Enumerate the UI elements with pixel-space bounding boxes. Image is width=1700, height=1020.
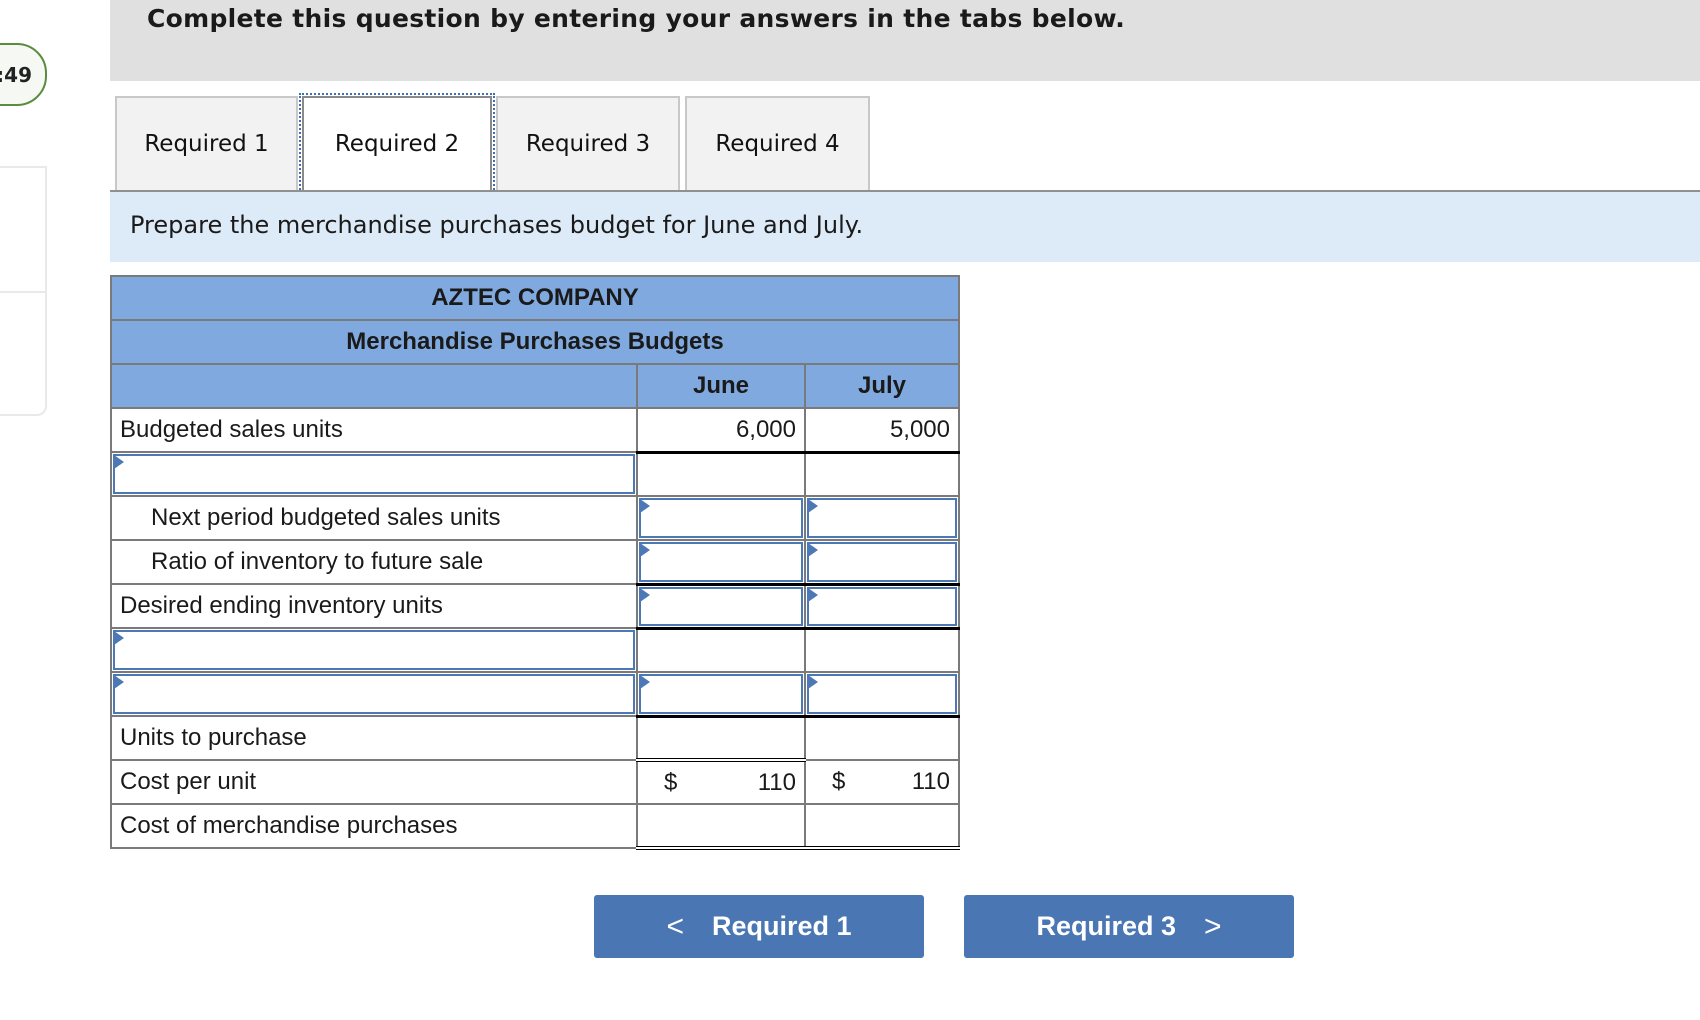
column-june: June (636, 363, 806, 409)
input-flag-icon (808, 675, 818, 689)
label-input-box[interactable] (113, 630, 635, 670)
dropdown-flag-icon (114, 675, 124, 689)
row-label: Ratio of inventory to future sale (110, 539, 638, 585)
input-flag-icon (808, 587, 818, 602)
june-input-box[interactable] (639, 542, 803, 582)
june-cell (636, 803, 806, 850)
tab-required-1[interactable]: Required 1 (115, 96, 298, 190)
june-input[interactable] (636, 495, 806, 541)
june-input-box[interactable] (639, 674, 803, 714)
prev-button[interactable]: < Required 1 (594, 895, 924, 958)
june-cost-cell: $110 (636, 759, 806, 805)
july-input-box[interactable] (807, 674, 957, 714)
next-button-label: Required 3 (1036, 911, 1176, 941)
july-cell (804, 714, 960, 761)
july-input[interactable] (804, 539, 960, 585)
timer-text: 1:49 (0, 62, 32, 87)
instruction-text: Prepare the merchandise purchases budget… (130, 211, 864, 239)
table-row: Next period budgeted sales units (110, 495, 960, 541)
july-value: 5,000 (804, 407, 960, 453)
tab-required-3[interactable]: Required 3 (496, 96, 680, 190)
chevron-right-icon: > (1204, 909, 1222, 943)
june-cell (636, 626, 806, 673)
june-input[interactable] (636, 582, 806, 629)
table-title: Merchandise Purchases Budgets (110, 319, 960, 365)
currency-symbol: $ (832, 768, 846, 795)
table-row: Ratio of inventory to future sale (110, 539, 960, 585)
budget-table: AZTEC COMPANY Merchandise Purchases Budg… (110, 275, 960, 850)
june-input[interactable] (636, 539, 806, 585)
table-row: Units to purchase (110, 714, 960, 762)
july-cost-cell: $110 (804, 759, 960, 805)
june-cell (636, 450, 806, 497)
input-flag-icon (640, 587, 650, 602)
row-label: Units to purchase (110, 715, 638, 761)
june-value: 6,000 (636, 407, 806, 453)
july-value: 110 (911, 768, 950, 795)
tab-required-4[interactable]: Required 4 (685, 96, 870, 190)
table-row (110, 671, 960, 717)
row-label: Next period budgeted sales units (110, 495, 638, 541)
july-input-box[interactable] (807, 542, 957, 582)
input-flag-icon (640, 675, 650, 689)
timer-badge: 1:49 (0, 43, 47, 106)
chevron-left-icon: < (666, 909, 684, 943)
side-panel (0, 166, 47, 416)
column-july: July (804, 363, 960, 409)
side-panel-divider (0, 291, 45, 293)
question-header: Complete this question by entering your … (110, 0, 1700, 81)
prev-button-label: Required 1 (711, 911, 852, 941)
june-input-box[interactable] (639, 586, 803, 626)
input-flag-icon (640, 543, 650, 557)
row-label: Desired ending inventory units (110, 583, 638, 629)
june-input-box[interactable] (639, 498, 803, 538)
table-row (110, 626, 960, 673)
july-input[interactable] (804, 582, 960, 629)
row-label-dropdown[interactable] (110, 671, 638, 717)
july-cell (804, 626, 960, 673)
row-label: Cost per unit (110, 759, 638, 805)
next-button[interactable]: Required 3 > (964, 895, 1294, 958)
june-input[interactable] (636, 671, 806, 717)
input-flag-icon (808, 543, 818, 557)
dropdown-flag-icon (114, 631, 124, 645)
july-input-box[interactable] (807, 498, 957, 538)
july-cell (804, 803, 960, 850)
table-row: Desired ending inventory units (110, 582, 960, 629)
june-cell (636, 714, 806, 762)
input-flag-icon (808, 499, 818, 513)
page-title: Complete this question by entering your … (147, 4, 1126, 33)
company-name: AZTEC COMPANY (110, 275, 960, 321)
dropdown-flag-icon (114, 455, 124, 469)
label-input-box[interactable] (113, 454, 635, 494)
tab-required-2[interactable]: Required 2 (299, 93, 495, 193)
table-row (110, 450, 960, 497)
row-label-dropdown[interactable] (110, 627, 638, 673)
july-input[interactable] (804, 495, 960, 541)
row-label-dropdown[interactable] (110, 451, 638, 497)
july-input[interactable] (804, 671, 960, 717)
july-input-box[interactable] (807, 586, 957, 626)
currency-symbol: $ (664, 768, 678, 796)
input-flag-icon (640, 499, 650, 513)
july-cell (804, 450, 960, 497)
row-label: Budgeted sales units (110, 407, 638, 453)
label-input-box[interactable] (113, 674, 635, 714)
table-row: Cost per unit $110 $110 (110, 759, 960, 805)
june-value: 110 (757, 768, 796, 796)
header-blank (110, 363, 638, 409)
instruction-band: Prepare the merchandise purchases budget… (110, 192, 1700, 262)
table-row: Budgeted sales units 6,000 5,000 (110, 407, 960, 453)
table-row: Cost of merchandise purchases (110, 803, 960, 850)
row-label: Cost of merchandise purchases (110, 803, 638, 849)
